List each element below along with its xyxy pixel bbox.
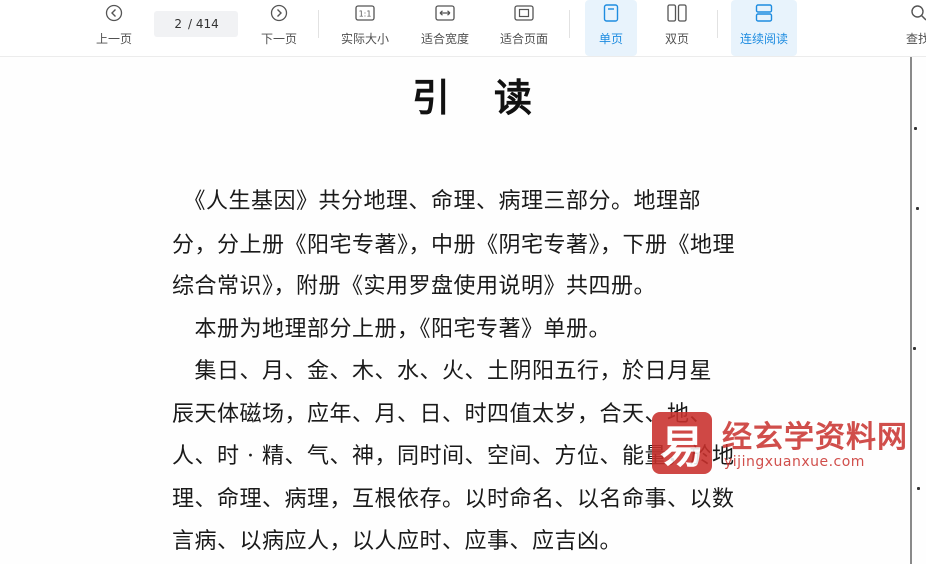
actual-size-label: 实际大小 bbox=[340, 32, 389, 46]
page-indicator: / 414 bbox=[154, 11, 238, 37]
double-page-button[interactable]: 双页 bbox=[651, 0, 703, 56]
fit-width-label: 适合宽度 bbox=[420, 32, 469, 46]
body-line: 本册为地理部分上册，《阳宅专著》单册。 bbox=[172, 317, 612, 342]
continuous-reading-label: 连续阅读 bbox=[739, 32, 788, 46]
search-button[interactable]: 查找 bbox=[900, 0, 926, 56]
continuous-reading-icon bbox=[755, 4, 773, 22]
watermark-title: 经玄学资料网 bbox=[722, 420, 908, 455]
double-page-icon bbox=[667, 4, 687, 22]
body-line: 理、命理、病理，互根依存。以时命名、以名命事、以数 bbox=[172, 487, 735, 512]
scan-speck bbox=[914, 127, 917, 130]
title-char: 引 bbox=[412, 75, 451, 120]
scan-edge-line bbox=[910, 57, 912, 564]
chevron-right-circle-icon bbox=[270, 4, 288, 22]
prev-page-button[interactable]: 上一页 bbox=[88, 0, 140, 56]
scan-speck bbox=[916, 207, 919, 210]
single-page-button[interactable]: 单页 bbox=[585, 0, 637, 56]
actual-size-button[interactable]: 1:1 实际大小 bbox=[334, 0, 396, 56]
actual-size-icon: 1:1 bbox=[355, 4, 375, 22]
actual-size-icon-text: 1:1 bbox=[359, 10, 372, 19]
reader-toolbar: 上一页 / 414 下一页 1:1 实际大小 适合宽度 适合页面 单页 bbox=[0, 0, 926, 57]
body-line: 《人生基因》共分地理、命理、病理三部分。地理部 bbox=[172, 189, 702, 214]
watermark: 易 经玄学资料网 yijingxuanxue.com bbox=[652, 412, 924, 474]
watermark-logo: 易 bbox=[652, 412, 712, 474]
single-page-label: 单页 bbox=[598, 32, 623, 46]
watermark-url: yijingxuanxue.com bbox=[724, 454, 865, 470]
search-label: 查找 bbox=[906, 32, 926, 46]
toolbar-divider bbox=[717, 10, 718, 38]
prev-page-label: 上一页 bbox=[95, 32, 132, 46]
body-line: 言病、以病应人，以人应时、应事、应吉凶。 bbox=[172, 529, 623, 554]
fit-page-icon bbox=[514, 4, 534, 22]
fit-width-button[interactable]: 适合宽度 bbox=[414, 0, 476, 56]
body-line: 分，分上册《阳宅专著》，中册《阴宅专著》，下册《地理 bbox=[172, 233, 736, 258]
scan-speck bbox=[913, 347, 916, 350]
page-title: 引读 bbox=[412, 67, 532, 122]
toolbar-divider bbox=[318, 10, 319, 38]
next-page-button[interactable]: 下一页 bbox=[253, 0, 305, 56]
scan-speck bbox=[917, 487, 920, 490]
search-icon bbox=[910, 4, 926, 22]
document-page: 引读 《人生基因》共分地理、命理、病理三部分。地理部 分，分上册《阳宅专著》，中… bbox=[0, 57, 926, 564]
chevron-left-circle-icon bbox=[105, 4, 123, 22]
double-page-label: 双页 bbox=[664, 32, 689, 46]
fit-width-icon bbox=[435, 4, 455, 22]
body-line: 集日、月、金、木、水、火、土阴阳五行，於日月星 bbox=[172, 359, 713, 384]
toolbar-divider bbox=[569, 10, 570, 38]
single-page-icon bbox=[603, 4, 619, 22]
fit-page-label: 适合页面 bbox=[499, 32, 548, 46]
next-page-label: 下一页 bbox=[260, 32, 297, 46]
body-line: 综合常识》，附册《实用罗盘使用说明》共四册。 bbox=[172, 274, 657, 299]
continuous-reading-button[interactable]: 连续阅读 bbox=[731, 0, 797, 56]
title-char: 读 bbox=[494, 75, 533, 120]
current-page-input[interactable] bbox=[160, 17, 182, 31]
fit-page-button[interactable]: 适合页面 bbox=[493, 0, 555, 56]
total-pages-text: / 414 bbox=[188, 17, 219, 31]
